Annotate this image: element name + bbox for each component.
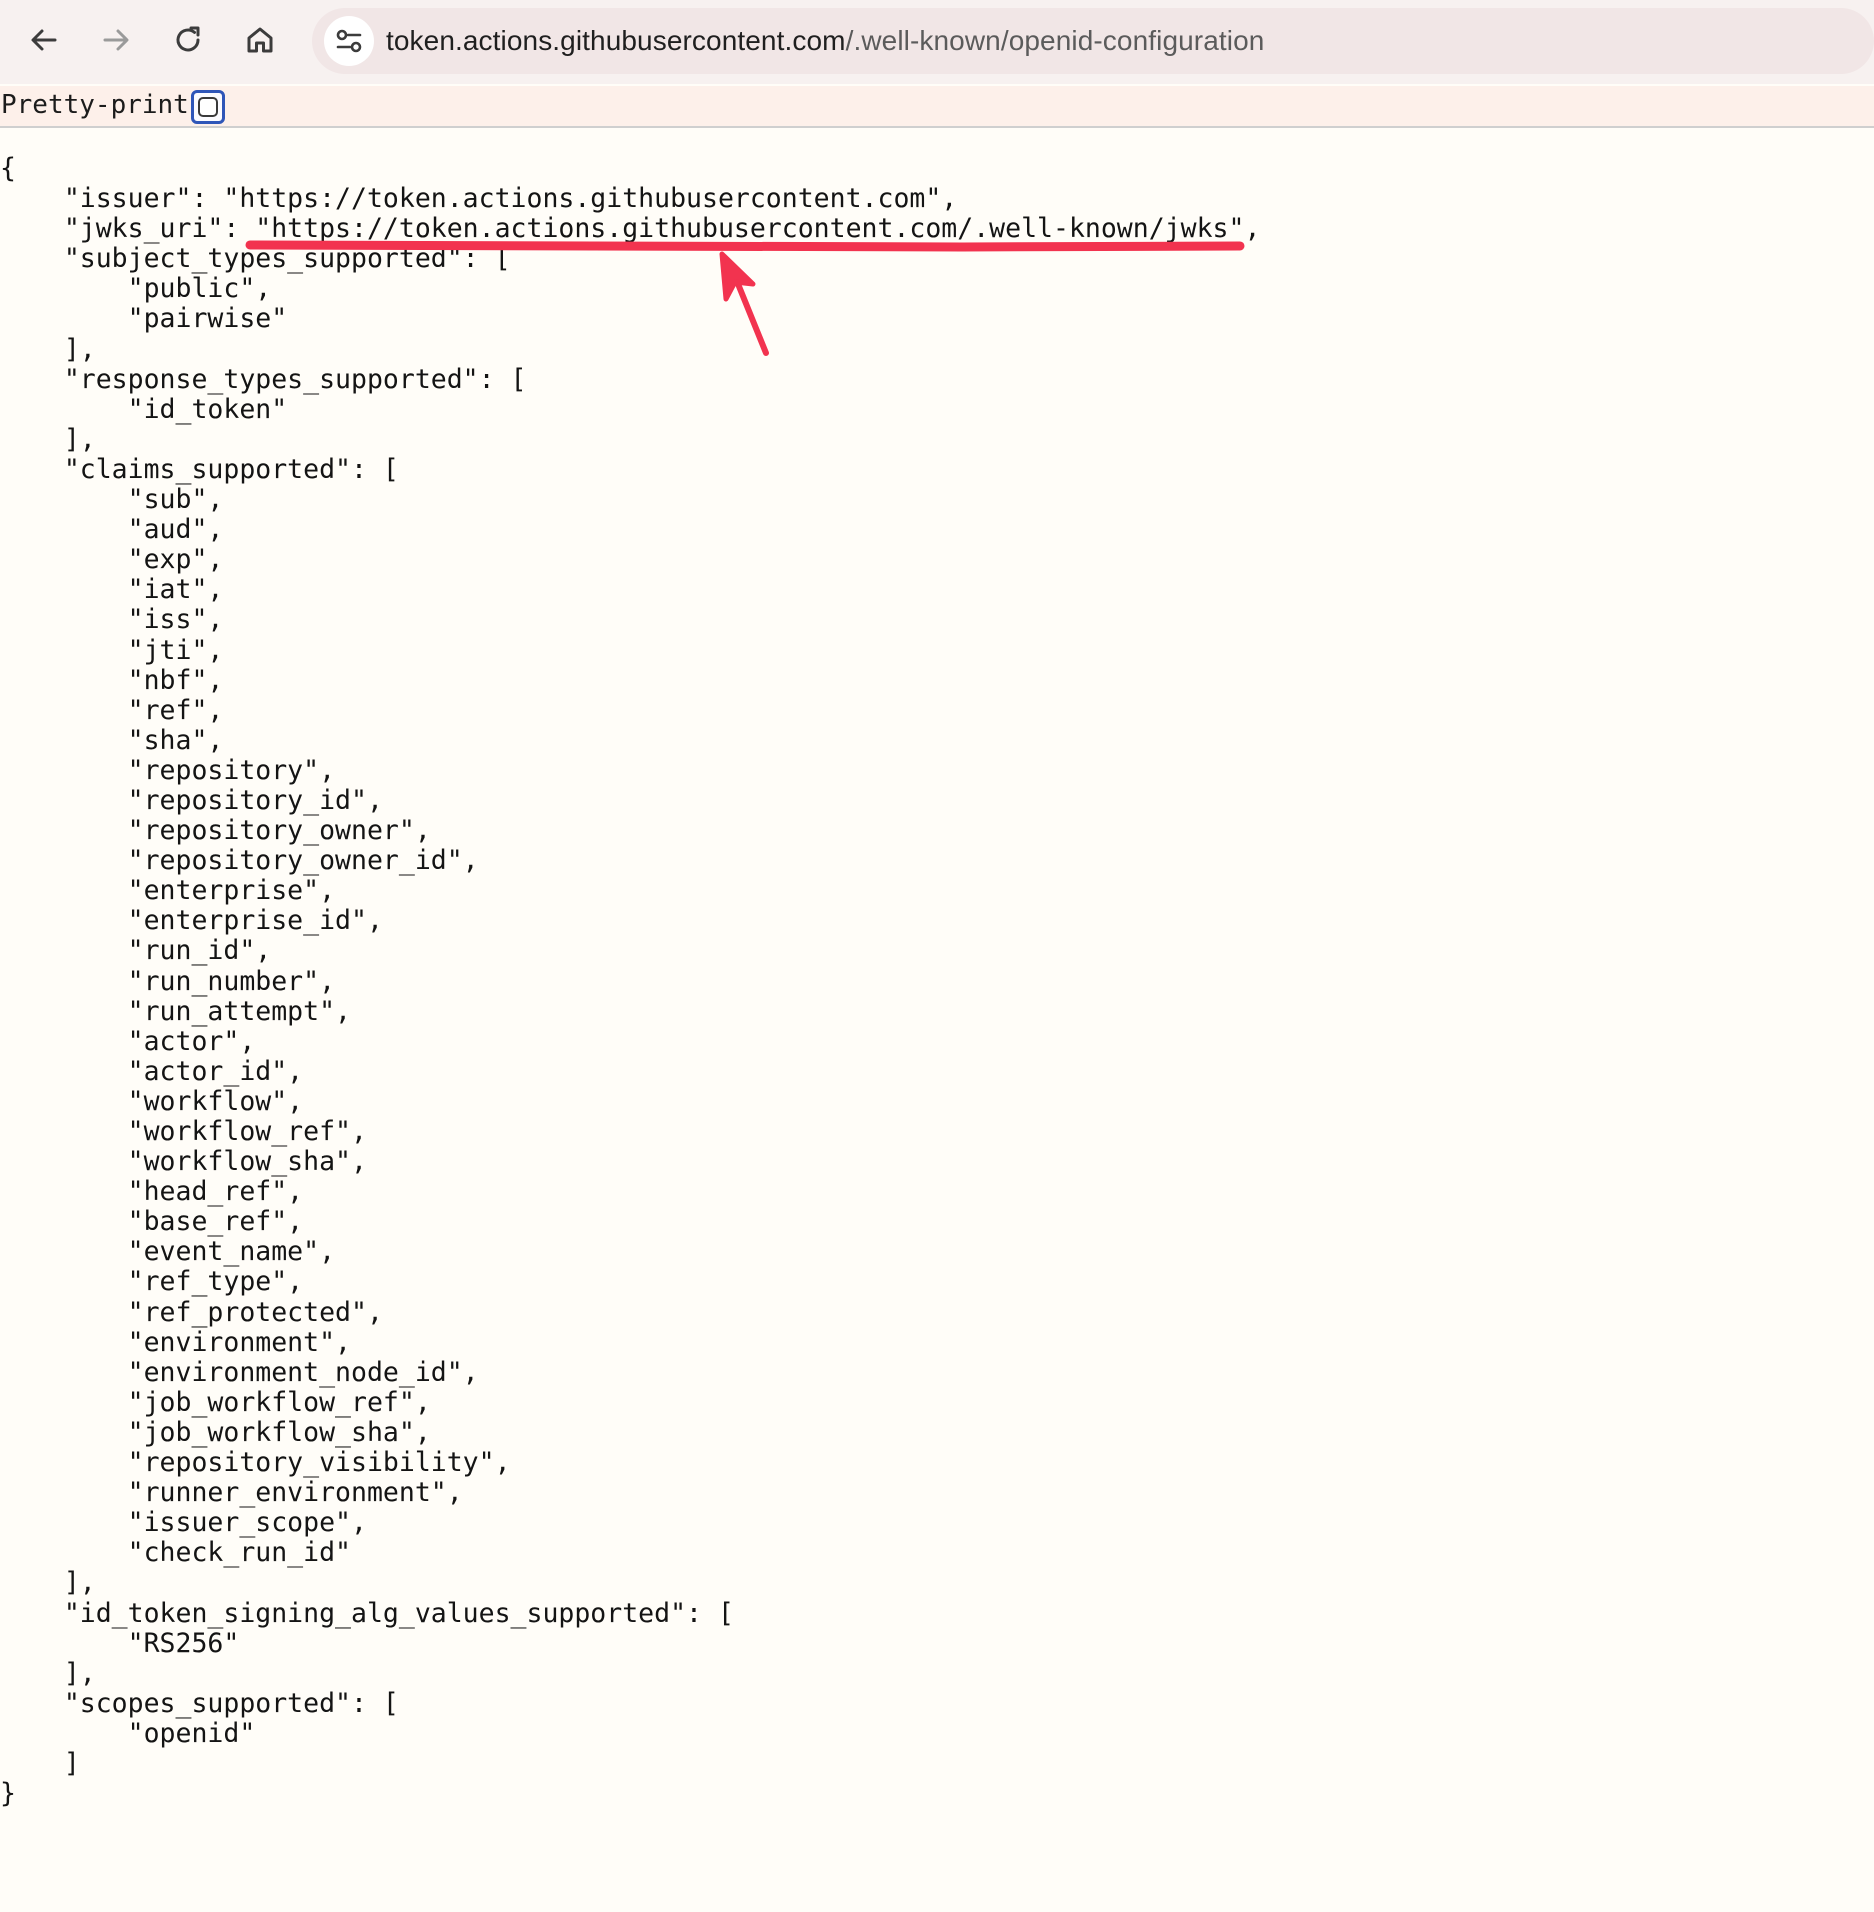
arrow-right-icon <box>103 29 129 51</box>
site-info-button[interactable] <box>324 16 374 66</box>
json-line: "ref_protected", <box>0 1296 383 1328</box>
address-bar[interactable]: token.actions.githubusercontent.com/.wel… <box>312 8 1874 74</box>
json-line: } <box>0 1778 16 1810</box>
json-line: ], <box>0 423 96 455</box>
json-line: "public", <box>0 273 272 305</box>
json-line: "exp", <box>0 544 224 576</box>
json-line: "head_ref", <box>0 1176 304 1208</box>
json-line: "job_workflow_sha", <box>0 1416 431 1448</box>
json-line: "environment_node_id", <box>0 1356 479 1388</box>
json-line: "scopes_supported": [ <box>0 1687 399 1719</box>
json-line: "run_number", <box>0 965 336 997</box>
forward-button[interactable] <box>94 18 138 62</box>
json-line: "jti", <box>0 634 224 666</box>
url-text[interactable]: token.actions.githubusercontent.com/.wel… <box>386 8 1264 74</box>
pretty-print-checkbox[interactable] <box>191 90 225 124</box>
browser-toolbar: token.actions.githubusercontent.com/.wel… <box>0 0 1874 84</box>
json-line: "sha", <box>0 724 224 756</box>
json-line: "workflow", <box>0 1085 304 1117</box>
url-path: /.well-known/openid-configuration <box>845 25 1265 56</box>
json-line: "workflow_ref", <box>0 1116 367 1147</box>
json-line: "ref_type", <box>0 1266 304 1298</box>
back-button[interactable] <box>22 18 66 62</box>
pretty-print-label: Pretty-print <box>1 90 189 120</box>
json-line: "run_id", <box>0 935 272 967</box>
json-line: "repository_owner_id", <box>0 845 479 877</box>
reload-button[interactable] <box>166 18 210 62</box>
json-line: ], <box>0 1657 96 1689</box>
json-line: "enterprise_id", <box>0 905 383 937</box>
json-line: "actor", <box>0 1025 256 1057</box>
json-line: "run_attempt", <box>0 995 351 1027</box>
json-line: "repository_id", <box>0 784 383 816</box>
home-button[interactable] <box>238 18 282 62</box>
json-line: ] <box>0 1747 80 1779</box>
tune-icon <box>336 29 362 53</box>
json-line: "actor_id", <box>0 1055 304 1087</box>
json-line: "base_ref", <box>0 1206 304 1238</box>
json-line: "iat", <box>0 574 224 606</box>
json-line: "id_token_signing_alg_values_supported":… <box>0 1597 734 1629</box>
json-line: "pairwise" <box>0 303 288 335</box>
json-line: "RS256" <box>0 1627 240 1659</box>
json-line: ], <box>0 333 96 365</box>
json-line: "jwks_uri": "https://token.actions.githu… <box>0 213 1261 245</box>
json-line: "job_workflow_ref", <box>0 1386 431 1418</box>
json-line: "check_run_id" <box>0 1537 351 1569</box>
json-line: "claims_supported": [ <box>0 453 399 485</box>
json-line: "subject_types_supported": [ <box>0 243 511 275</box>
json-line: "event_name", <box>0 1236 336 1268</box>
json-line: "openid" <box>0 1717 256 1749</box>
json-line: "iss", <box>0 604 224 636</box>
json-line: "repository", <box>0 754 336 786</box>
json-line: "aud", <box>0 514 224 546</box>
json-line: "enterprise", <box>0 875 336 907</box>
json-line: "response_types_supported": [ <box>0 363 527 395</box>
json-line: "issuer_scope", <box>0 1507 367 1539</box>
json-line: "workflow_sha", <box>0 1146 367 1178</box>
json-line: ], <box>0 1567 96 1599</box>
json-line: "nbf", <box>0 664 224 696</box>
json-line: "runner_environment", <box>0 1477 463 1509</box>
pretty-print-bar: Pretty-print <box>0 86 1874 128</box>
json-content: { "issuer": "https://token.actions.githu… <box>0 153 1261 1810</box>
url-host: token.actions.githubusercontent.com <box>386 25 846 56</box>
json-line: "ref", <box>0 694 224 726</box>
home-icon <box>247 27 273 53</box>
json-line: "repository_visibility", <box>0 1447 511 1479</box>
json-line: { <box>0 153 16 184</box>
json-line: "repository_owner", <box>0 815 431 847</box>
json-line: "sub", <box>0 484 224 516</box>
json-line: "id_token" <box>0 393 288 425</box>
reload-icon <box>176 26 200 52</box>
json-line: "environment", <box>0 1326 351 1358</box>
json-line: "issuer": "https://token.actions.githubu… <box>0 183 958 215</box>
arrow-left-icon <box>31 29 57 51</box>
